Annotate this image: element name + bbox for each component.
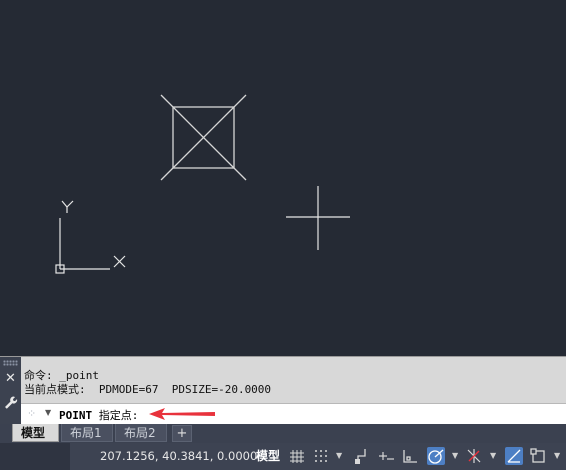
ucs-icon: [55, 200, 126, 274]
dynamic-input-icon[interactable]: [377, 447, 395, 465]
grid-icon[interactable]: [288, 447, 306, 465]
command-prompt: POINT 指定点:: [59, 407, 138, 423]
command-line-panel: ✕ 命令: _point 当前点模式: PDMODE=67 PDSIZE=-20.…: [0, 356, 566, 425]
drawing-canvas[interactable]: [0, 0, 566, 356]
chevron-down-icon[interactable]: ▼: [336, 451, 342, 460]
model-space-button[interactable]: 模型: [256, 447, 280, 464]
tab-model[interactable]: 模型: [12, 424, 59, 442]
close-icon[interactable]: ✕: [3, 371, 18, 386]
chevron-down-icon[interactable]: ▼: [452, 451, 458, 460]
polar-icon[interactable]: [427, 447, 445, 465]
object-snap-icon[interactable]: [529, 447, 547, 465]
wrench-icon[interactable]: [3, 395, 18, 411]
chevron-down-icon[interactable]: ▼: [554, 451, 560, 460]
prompt-command: POINT: [59, 409, 93, 422]
prompt-text: 指定点:: [92, 409, 139, 422]
snap-icon[interactable]: [312, 447, 330, 465]
drag-grip-icon[interactable]: [3, 360, 18, 366]
infer-icon[interactable]: [353, 447, 371, 465]
status-bar: 207.1256, 40.3841, 0.0000 模型 ▼ ▼ ▼ ▼: [0, 443, 566, 470]
command-line-sidebar: ✕: [0, 357, 21, 425]
status-bar-spacer: [0, 443, 70, 470]
layout-tabs-bar: 模型 布局1 布局2 +: [0, 424, 566, 443]
add-layout-button[interactable]: +: [172, 425, 192, 442]
history-line: 当前点模式: PDMODE=67 PDSIZE=-20.0000: [24, 383, 272, 396]
point-marker-square-x: [160, 94, 247, 181]
chevron-down-icon[interactable]: ▼: [45, 408, 51, 417]
object-snap-tracking-icon[interactable]: [505, 447, 523, 465]
red-arrow-annotation: [149, 408, 215, 420]
status-bar-main: 207.1256, 40.3841, 0.0000 模型 ▼ ▼ ▼ ▼: [70, 443, 566, 470]
command-search-icon: ⁘: [27, 407, 37, 420]
command-history: 命令: _point 当前点模式: PDMODE=67 PDSIZE=-20.00…: [24, 369, 271, 397]
crosshair-cursor: [286, 186, 350, 250]
drawing-svg: [55, 94, 350, 274]
isodraft-icon[interactable]: [465, 447, 483, 465]
tab-layout1[interactable]: 布局1: [61, 424, 113, 442]
command-input-row[interactable]: ⁘ ▼ POINT 指定点:: [21, 403, 566, 425]
tab-layout2[interactable]: 布局2: [115, 424, 167, 442]
coordinate-readout[interactable]: 207.1256, 40.3841, 0.0000: [100, 449, 257, 463]
ortho-icon[interactable]: [401, 447, 419, 465]
history-line: 命令: _point: [24, 369, 99, 382]
chevron-down-icon[interactable]: ▼: [490, 451, 496, 460]
